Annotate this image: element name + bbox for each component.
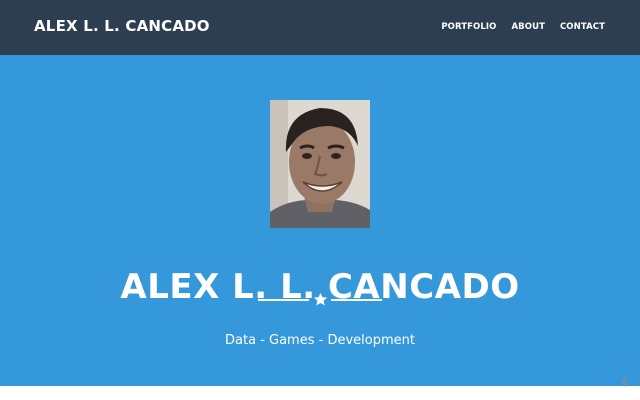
page-content-start <box>0 386 640 400</box>
nav-link-about[interactable]: ABOUT <box>511 22 544 32</box>
divider-line-left <box>258 299 309 301</box>
hero-section: ALEX L. L. CANCADO Data - Games - Develo… <box>0 55 640 386</box>
nav-link-contact[interactable]: CONTACT <box>560 22 605 32</box>
hero-subtitle: Data - Games - Development <box>225 333 415 348</box>
star-divider <box>258 292 382 308</box>
profile-photo <box>270 100 370 228</box>
profile-photo-image <box>270 100 370 228</box>
divider-line-right <box>331 299 382 301</box>
navbar: ALEX L. L. CANCADO PORTFOLIO ABOUT CONTA… <box>0 0 640 55</box>
nav-link-portfolio[interactable]: PORTFOLIO <box>441 22 496 32</box>
star-icon <box>313 292 328 306</box>
nav-links: PORTFOLIO ABOUT CONTACT <box>441 22 605 32</box>
brand-link[interactable]: ALEX L. L. CANCADO <box>34 17 210 35</box>
scroll-top-icon[interactable] <box>619 376 631 388</box>
